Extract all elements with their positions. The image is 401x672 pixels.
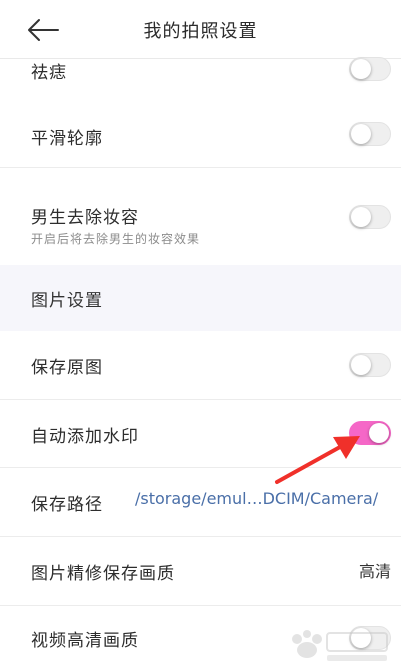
setting-row-save-original[interactable]: 保存原图 <box>0 332 401 400</box>
watermark-logo-icon <box>292 630 388 661</box>
mole-removal-toggle[interactable] <box>349 57 391 81</box>
toggle-knob <box>369 423 389 443</box>
setting-label: 男生去除妆容 <box>31 208 139 228</box>
setting-row-smooth-contour[interactable]: 平滑轮廓 <box>0 101 401 168</box>
setting-row-retouch-quality[interactable]: 图片精修保存画质 高清 <box>0 537 401 606</box>
setting-label: 保存原图 <box>31 358 103 378</box>
setting-row-male-makeup-removal[interactable]: 男生去除妆容 开启后将去除男生的妆容效果 <box>0 168 401 265</box>
section-header-image-settings: 图片设置 <box>0 265 401 331</box>
setting-row-mole-removal[interactable]: 祛痣 <box>0 57 401 102</box>
toggle-knob <box>351 59 371 79</box>
toggle-knob <box>351 207 371 227</box>
toggle-knob <box>351 124 371 144</box>
page-title: 我的拍照设置 <box>143 21 258 42</box>
toggle-knob <box>351 355 371 375</box>
setting-row-auto-watermark[interactable]: 自动添加水印 <box>0 400 401 468</box>
male-makeup-removal-toggle[interactable] <box>349 205 391 229</box>
section-title: 图片设置 <box>31 291 103 311</box>
smooth-contour-toggle[interactable] <box>349 122 391 146</box>
auto-watermark-toggle[interactable] <box>349 421 391 445</box>
setting-label: 祛痣 <box>31 63 67 83</box>
setting-label: 保存路径 <box>31 495 103 515</box>
save-path-value: /storage/emul…DCIM/Camera/ <box>135 489 379 508</box>
setting-label: 自动添加水印 <box>31 427 139 447</box>
setting-label: 图片精修保存画质 <box>31 564 175 584</box>
retouch-quality-value: 高清 <box>358 562 391 581</box>
save-original-toggle[interactable] <box>349 353 391 377</box>
setting-description: 开启后将去除男生的妆容效果 <box>31 232 201 246</box>
top-bar: 我的拍照设置 <box>0 0 401 59</box>
setting-label: 视频高清画质 <box>31 631 139 651</box>
setting-label: 平滑轮廓 <box>31 129 103 149</box>
setting-row-save-path[interactable]: 保存路径 /storage/emul…DCIM/Camera/ <box>0 468 401 537</box>
